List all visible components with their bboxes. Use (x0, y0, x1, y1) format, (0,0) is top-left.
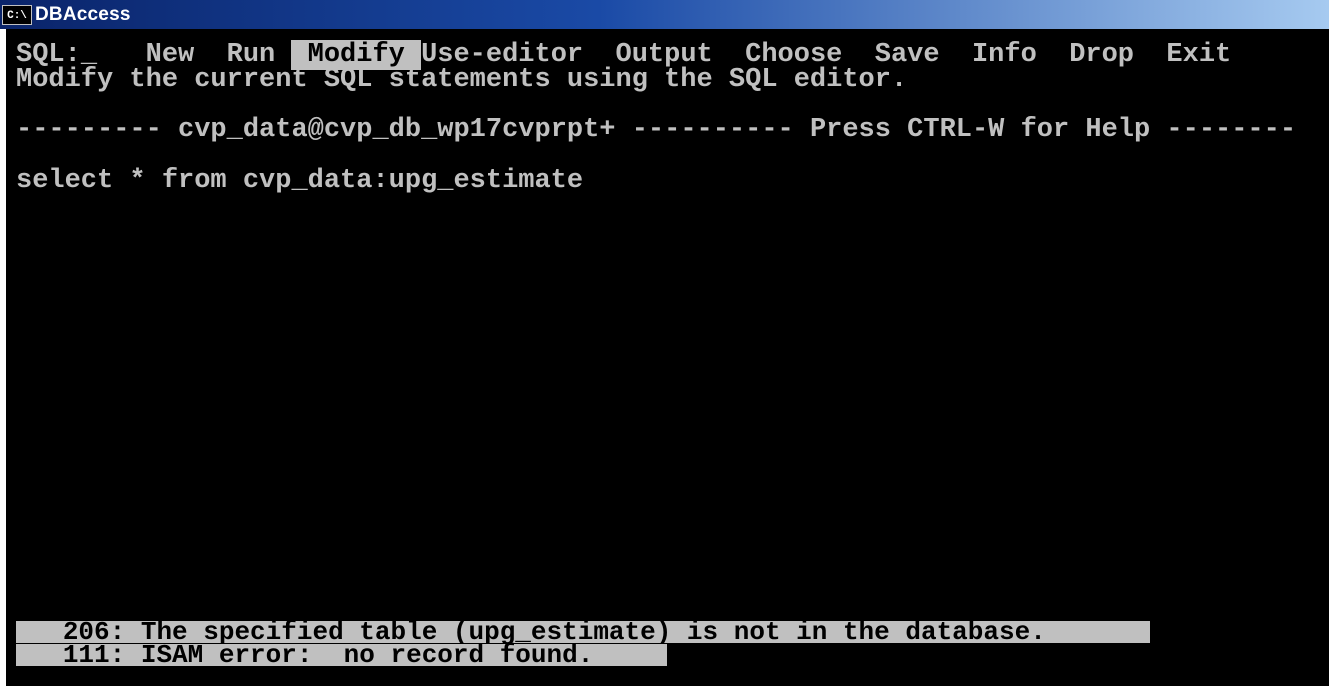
menu-item-drop[interactable]: Drop (1069, 40, 1134, 70)
status-mid-dashes: ---------- (631, 115, 794, 145)
console-app-icon[interactable]: C:\ (2, 4, 32, 25)
status-left-dashes: --------- (16, 115, 162, 145)
menu-description: Modify the current SQL statements using … (16, 65, 908, 95)
error-code: 111: (62, 640, 126, 670)
error-message-111: 111: ISAM error: no record found. (16, 642, 667, 668)
help-hint: Press CTRL-W for Help (809, 115, 1151, 145)
sql-editor-text[interactable]: select * from cvp_data:upg_estimate (16, 168, 583, 195)
status-right-dashes: -------- (1166, 115, 1297, 145)
database-name: cvp_data@cvp_db_wp17cvprpt+ (178, 115, 616, 145)
console-window[interactable]: SQL:_ New Run Modify Use-editor Output C… (6, 29, 1329, 686)
window-title: DBAccess (35, 3, 131, 25)
status-line: --------- cvp_data@cvp_db_wp17cvprpt+ --… (16, 115, 1297, 145)
error-text: ISAM error: no record found. (140, 640, 594, 670)
menu-item-exit[interactable]: Exit (1166, 40, 1231, 70)
menu-item-info[interactable]: Info (972, 40, 1037, 70)
title-bar: C:\ DBAccess (0, 0, 1329, 29)
